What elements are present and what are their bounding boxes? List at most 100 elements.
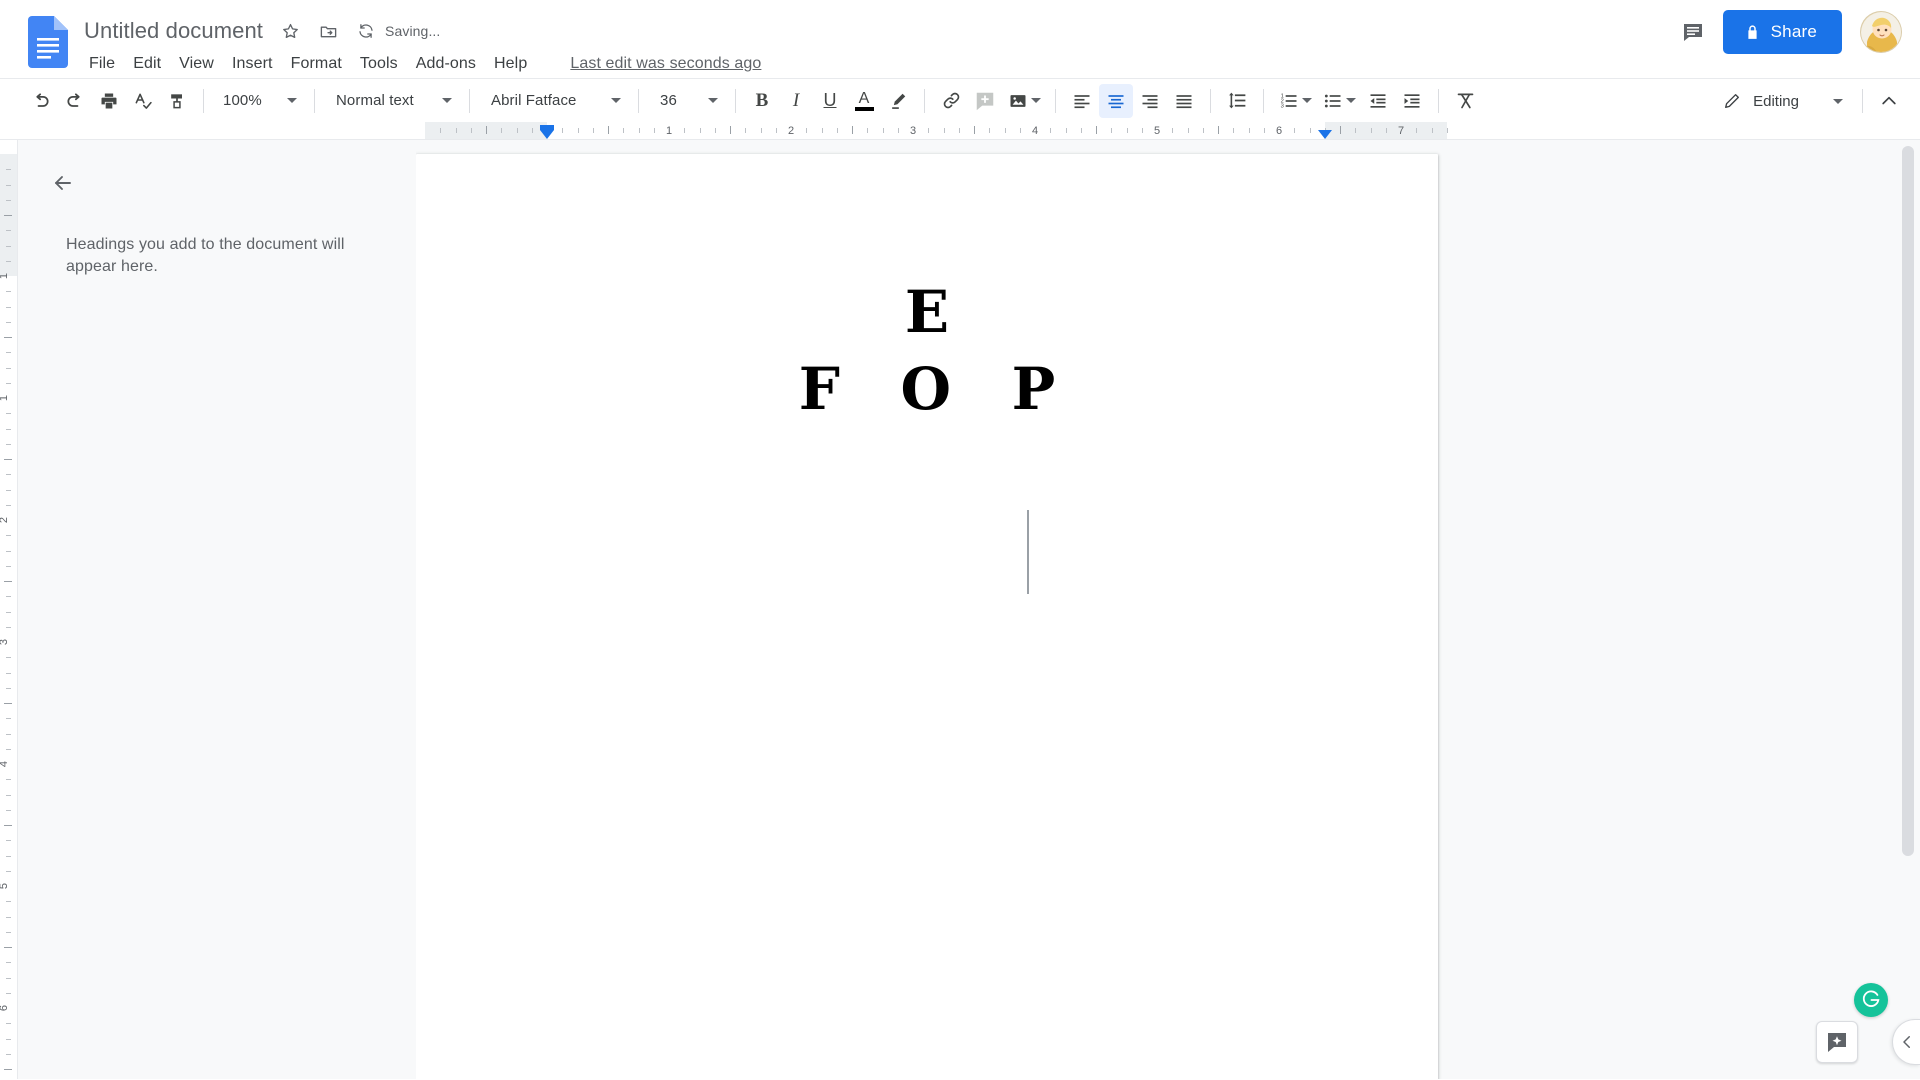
menu-add-ons[interactable]: Add-ons — [407, 53, 485, 75]
document-line-3[interactable] — [512, 427, 1342, 689]
ruler-tick — [1355, 128, 1356, 133]
menu-format[interactable]: Format — [282, 53, 351, 75]
ruler-tick — [6, 352, 11, 353]
vertical-ruler[interactable]: 1123456 — [0, 140, 18, 1079]
move-to-folder-icon[interactable] — [315, 18, 341, 44]
ruler-tick — [6, 749, 11, 750]
ruler-number: 1 — [666, 124, 672, 138]
add-comment-icon[interactable] — [968, 84, 1002, 118]
document-line-2[interactable]: F O P — [512, 351, 1342, 428]
ruler-tick — [730, 126, 731, 134]
chevron-down-icon — [287, 98, 297, 103]
ruler-tick — [6, 840, 11, 841]
menu-bar: File Edit View Insert Format Tools Add-o… — [82, 50, 1906, 78]
print-icon[interactable] — [92, 84, 126, 118]
collapse-toolbar-button[interactable] — [1872, 84, 1906, 118]
arrow-back-icon[interactable] — [46, 166, 80, 200]
main-area: 1123456 Headings you add to the document… — [0, 140, 1920, 1079]
ruler-tick — [517, 128, 518, 133]
align-left-icon[interactable] — [1065, 84, 1099, 118]
font-family-value: Abril Fatface — [491, 92, 577, 109]
zoom-value: 100% — [223, 92, 262, 109]
align-center-icon[interactable] — [1099, 84, 1133, 118]
ruler-tick — [1127, 128, 1128, 133]
ruler-tick — [944, 128, 945, 133]
chevron-down-icon — [442, 98, 452, 103]
star-icon[interactable] — [277, 18, 303, 44]
ruler-number: 6 — [1276, 124, 1282, 138]
right-indent-marker[interactable] — [1318, 130, 1332, 139]
paragraph-style-select[interactable]: Normal text — [324, 84, 460, 118]
clear-formatting-icon[interactable] — [1448, 84, 1482, 118]
underline-button[interactable]: U — [813, 84, 847, 118]
ruler-tick — [578, 128, 579, 133]
ruler-number: 1 — [0, 273, 10, 279]
font-size-value: 36 — [660, 92, 677, 109]
menu-help[interactable]: Help — [485, 53, 536, 75]
document-canvas[interactable]: E F O P — [416, 140, 1920, 1079]
document-line-1[interactable]: E — [512, 274, 1342, 351]
decrease-indent-icon[interactable] — [1361, 84, 1395, 118]
ruler-tick — [6, 932, 11, 933]
menu-tools[interactable]: Tools — [351, 53, 407, 75]
grammarly-icon[interactable] — [1854, 983, 1888, 1017]
toolbar-divider — [469, 89, 470, 113]
editing-mode-select[interactable]: Editing — [1713, 84, 1853, 118]
horizontal-ruler[interactable]: 11234567 — [0, 122, 1920, 140]
document-body[interactable]: E F O P — [512, 274, 1342, 689]
explore-sparkle-icon[interactable] — [1816, 1021, 1858, 1063]
comment-history-icon[interactable] — [1671, 10, 1715, 54]
ruler-tick — [1081, 128, 1082, 133]
paint-format-icon[interactable] — [160, 84, 194, 118]
font-size-select[interactable]: 36 — [648, 84, 726, 118]
ruler-tick — [6, 474, 11, 475]
document-title[interactable]: Untitled document — [82, 16, 265, 46]
undo-icon[interactable] — [24, 84, 58, 118]
scrollbar-thumb[interactable] — [1902, 146, 1914, 856]
bulleted-list-icon[interactable] — [1317, 84, 1361, 118]
ruler-tick — [6, 200, 11, 201]
highlight-pen-icon[interactable] — [881, 84, 915, 118]
numbered-list-icon[interactable]: 1 2 3 — [1273, 84, 1317, 118]
zoom-select[interactable]: 100% — [213, 84, 305, 118]
text-color-button[interactable]: A — [847, 84, 881, 118]
vertical-scrollbar[interactable] — [1902, 144, 1914, 1079]
ruler-tick — [1233, 128, 1234, 133]
ruler-tick — [1111, 128, 1112, 133]
ruler-tick — [1218, 126, 1219, 134]
redo-icon[interactable] — [58, 84, 92, 118]
google-docs-icon[interactable] — [28, 16, 68, 68]
insert-image-icon[interactable] — [1002, 84, 1046, 118]
ruler-tick — [456, 128, 457, 133]
formatting-toolbar: 100% Normal text Abril Fatface 36 B I U … — [0, 78, 1920, 122]
ruler-tick — [486, 126, 487, 134]
insert-link-icon[interactable] — [934, 84, 968, 118]
ruler-tick — [4, 215, 12, 216]
editing-mode-label: Editing — [1753, 93, 1799, 110]
align-right-icon[interactable] — [1133, 84, 1167, 118]
ruler-tick — [6, 261, 11, 262]
ruler-tick — [532, 128, 533, 133]
align-justify-icon[interactable] — [1167, 84, 1201, 118]
ruler-tick — [4, 581, 12, 582]
top-bar-actions: Share — [1671, 10, 1902, 54]
menu-view[interactable]: View — [170, 53, 223, 75]
share-button[interactable]: Share — [1723, 10, 1842, 54]
ruler-tick — [1264, 128, 1265, 133]
font-family-select[interactable]: Abril Fatface — [479, 84, 629, 118]
italic-button[interactable]: I — [779, 84, 813, 118]
ruler-tick — [654, 128, 655, 133]
document-page[interactable]: E F O P — [416, 154, 1438, 1079]
menu-edit[interactable]: Edit — [124, 53, 170, 75]
avatar[interactable] — [1860, 11, 1902, 53]
bold-button[interactable]: B — [745, 84, 779, 118]
last-edit-link[interactable]: Last edit was seconds ago — [570, 55, 761, 73]
menu-insert[interactable]: Insert — [223, 53, 282, 75]
left-indent-marker[interactable] — [540, 130, 554, 139]
increase-indent-icon[interactable] — [1395, 84, 1429, 118]
line-spacing-icon[interactable] — [1220, 84, 1254, 118]
menu-file[interactable]: File — [80, 53, 124, 75]
ruler-tick — [6, 413, 11, 414]
spellcheck-icon[interactable] — [126, 84, 160, 118]
ruler-number: 2 — [0, 517, 10, 523]
